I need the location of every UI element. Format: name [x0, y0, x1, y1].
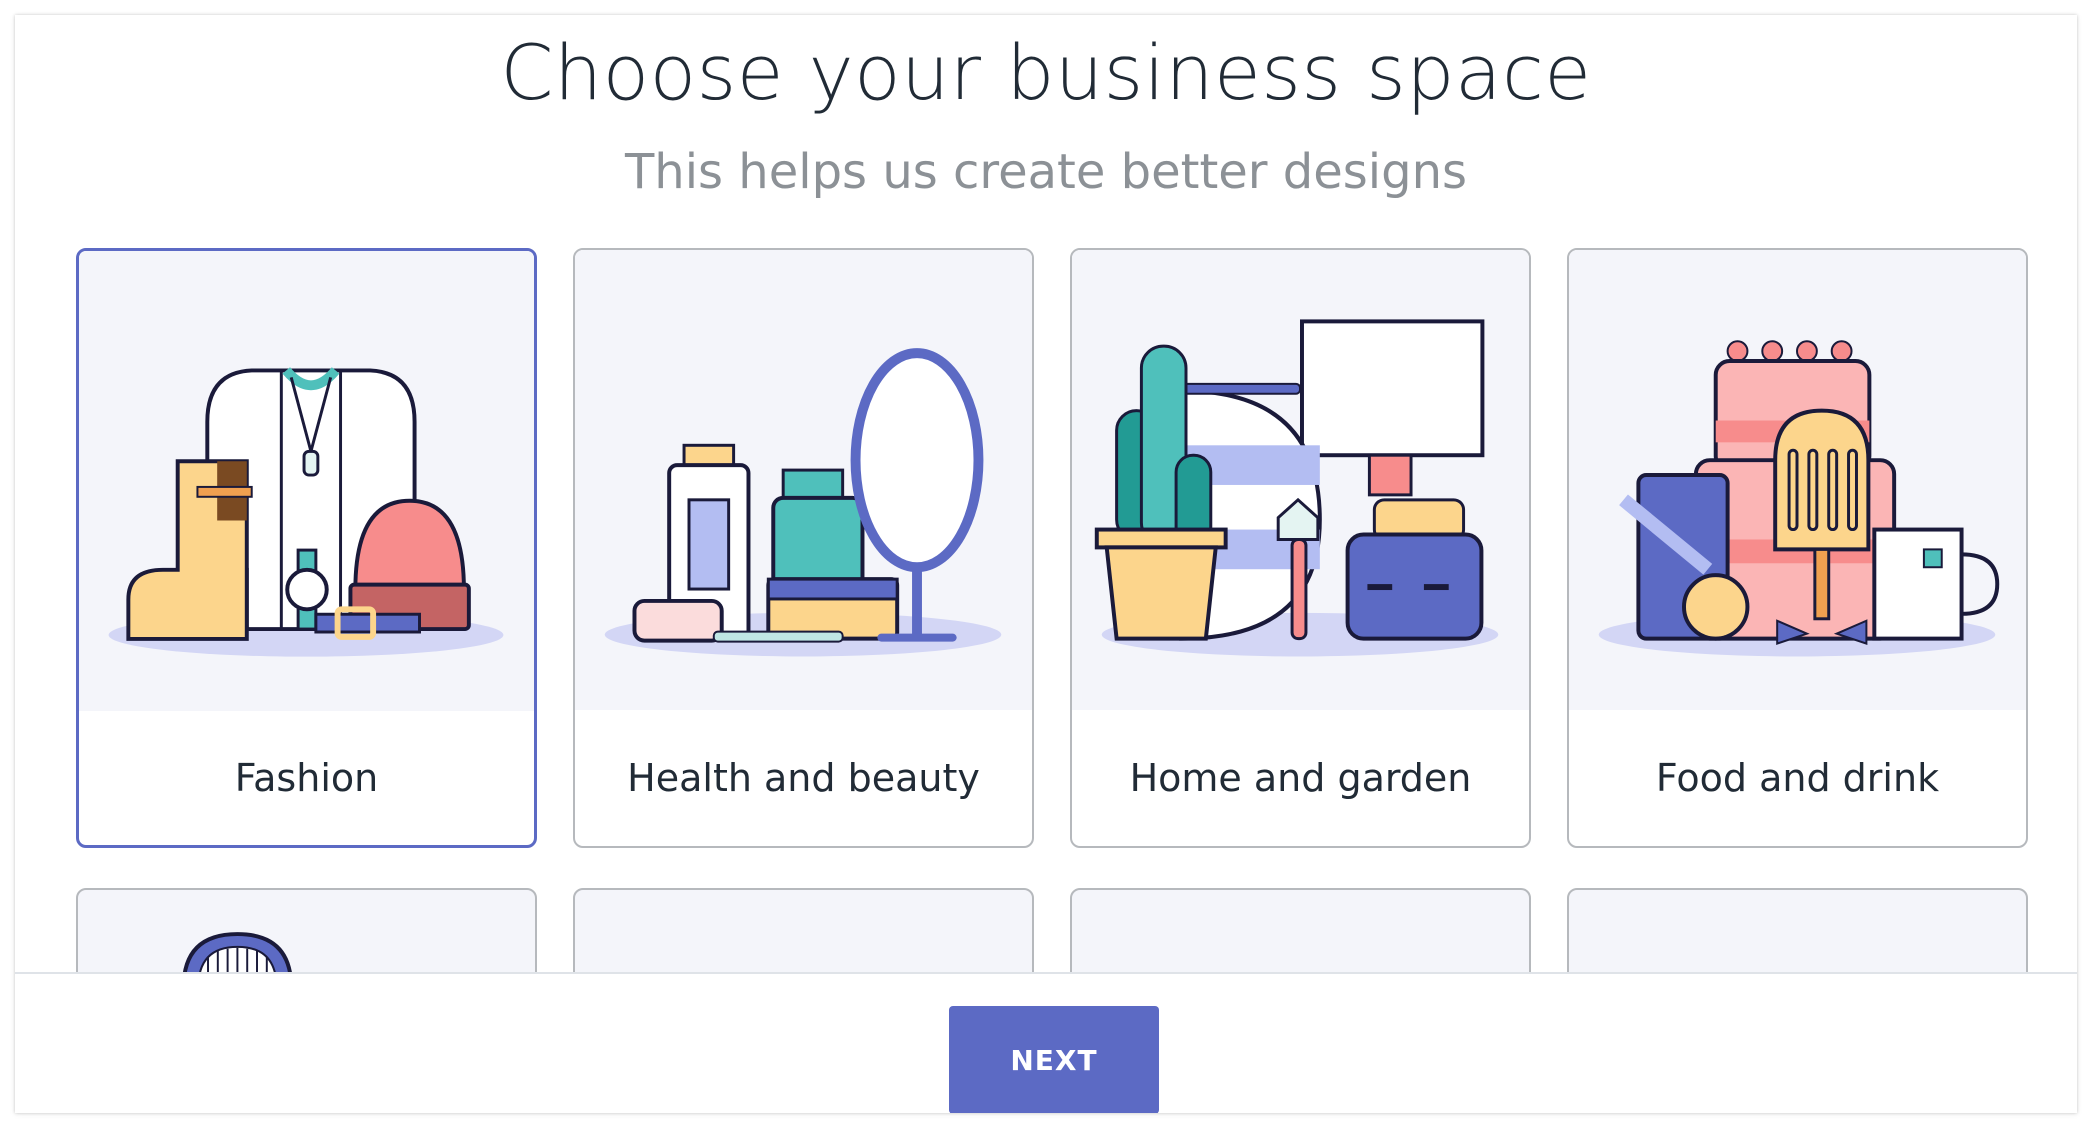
category-card-fashion[interactable]: Fashion	[76, 248, 537, 848]
category-card-home-and-garden[interactable]: Home and garden	[1070, 248, 1531, 848]
fashion-illustration	[79, 251, 534, 711]
category-label: Fashion	[234, 756, 379, 800]
category-card-health-and-beauty[interactable]: Health and beauty	[573, 248, 1034, 848]
page-subtitle: This helps us create better designs	[624, 144, 1468, 200]
category-label: Food and drink	[1655, 756, 1940, 800]
next-button[interactable]: NEXT	[949, 1006, 1159, 1113]
health-beauty-illustration	[575, 250, 1032, 710]
home-garden-illustration	[1072, 250, 1529, 710]
page-title: Choose your business space	[500, 28, 1592, 117]
setup-dialog: Choose your business space This helps us…	[15, 15, 2077, 1113]
food-drink-illustration	[1569, 250, 2026, 710]
category-label: Home and garden	[1129, 756, 1472, 800]
category-label: Health and beauty	[627, 756, 980, 800]
footer-bar: NEXT	[15, 972, 2077, 1113]
category-card-food-and-drink[interactable]: Food and drink	[1567, 248, 2028, 848]
